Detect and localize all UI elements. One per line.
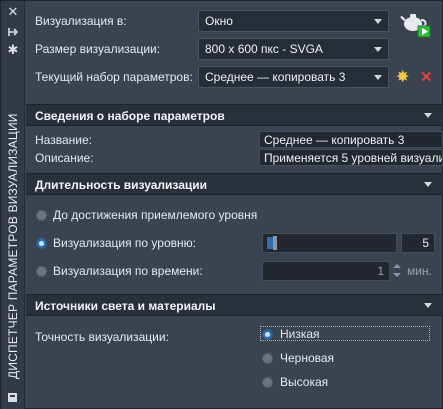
accuracy-high-radio[interactable] — [262, 377, 273, 388]
level-value-field[interactable]: 5 — [401, 233, 435, 253]
section-title: Источники света и материалы — [35, 299, 216, 313]
level-slider[interactable] — [262, 233, 397, 253]
chevron-down-icon — [374, 47, 382, 52]
chevron-down-icon — [374, 75, 382, 80]
current-preset-select[interactable]: Среднее — копировать 3 — [198, 66, 389, 88]
by-level-label[interactable]: Визуализация по уровню: — [53, 236, 196, 250]
render-in-label: Визуализация в: — [35, 14, 127, 28]
time-value-field[interactable]: 1 — [262, 261, 390, 281]
render-size-value: 800 x 600 пкс - SVGA — [205, 42, 323, 56]
current-preset-value: Среднее — копировать 3 — [205, 70, 346, 84]
preset-description-label: Описание: — [35, 151, 94, 165]
accuracy-low-label[interactable]: Низкая — [280, 327, 320, 341]
lights-materials-section-header[interactable]: Источники света и материалы — [26, 294, 443, 316]
palette-content: Визуализация в: Окно Размер визуализации… — [26, 1, 443, 409]
chevron-down-icon — [374, 19, 382, 24]
palette-title: ДИСПЕТЧЕР ПАРАМЕТРОВ ВИЗУАЛИЗАЦИИ — [6, 113, 20, 379]
until-acceptable-label[interactable]: До достижения приемлемого уровня — [53, 208, 257, 222]
accuracy-draft-label[interactable]: Черновая — [280, 351, 334, 365]
time-stepper[interactable] — [392, 261, 402, 281]
current-preset-row: Текущий набор параметров: Среднее — копи… — [26, 63, 443, 91]
accuracy-label: Точность визуализации: — [35, 330, 169, 344]
render-teapot-icon[interactable] — [400, 8, 434, 38]
render-size-select[interactable]: 800 x 600 пкс - SVGA — [198, 38, 389, 60]
render-in-row: Визуализация в: Окно — [26, 7, 443, 35]
by-time-label[interactable]: Визуализация по времени: — [53, 264, 203, 278]
preset-info-section-header[interactable]: Сведения о наборе параметров — [26, 104, 443, 126]
accuracy-low-radio[interactable] — [262, 329, 273, 340]
preset-name-label: Название: — [35, 133, 92, 147]
palette-menu-icon[interactable] — [6, 390, 20, 404]
new-preset-icon[interactable]: ✸ — [396, 70, 409, 86]
collapse-icon[interactable] — [424, 303, 432, 308]
accuracy-high-label[interactable]: Высокая — [280, 375, 328, 389]
by-level-radio[interactable] — [36, 238, 47, 249]
close-icon[interactable]: ✕ — [6, 5, 20, 19]
by-time-radio[interactable] — [36, 266, 47, 277]
preset-description-field[interactable]: Применяется 5 уровней визуализации — [259, 149, 443, 166]
palette-title-strip[interactable]: ✕ ✱ ДИСПЕТЧЕР ПАРАМЕТРОВ ВИЗУАЛИЗАЦИИ — [1, 1, 25, 409]
level-slider-thumb[interactable] — [273, 236, 277, 250]
render-presets-palette: ✕ ✱ ДИСПЕТЧЕР ПАРАМЕТРОВ ВИЗУАЛИЗАЦИИ Ви… — [0, 0, 443, 409]
render-in-select[interactable]: Окно — [198, 10, 389, 32]
collapse-icon[interactable] — [424, 182, 432, 187]
time-unit: мин. — [407, 264, 432, 278]
delete-preset-icon[interactable]: ✕ — [420, 70, 433, 86]
preset-name-field[interactable]: Среднее — копировать 3 — [259, 131, 443, 148]
step-up-icon[interactable] — [393, 264, 401, 268]
until-acceptable-radio[interactable] — [36, 210, 47, 221]
collapse-icon[interactable] — [424, 113, 432, 118]
section-title: Длительность визуализации — [35, 178, 208, 192]
render-in-value: Окно — [205, 14, 233, 28]
render-duration-section-header[interactable]: Длительность визуализации — [26, 173, 443, 195]
section-title: Сведения о наборе параметров — [35, 109, 225, 123]
step-down-icon[interactable] — [393, 273, 401, 277]
accuracy-draft-radio[interactable] — [262, 353, 273, 364]
render-size-label: Размер визуализации: — [35, 42, 161, 56]
current-preset-label: Текущий набор параметров: — [35, 70, 193, 84]
render-size-row: Размер визуализации: 800 x 600 пкс - SVG… — [26, 35, 443, 63]
